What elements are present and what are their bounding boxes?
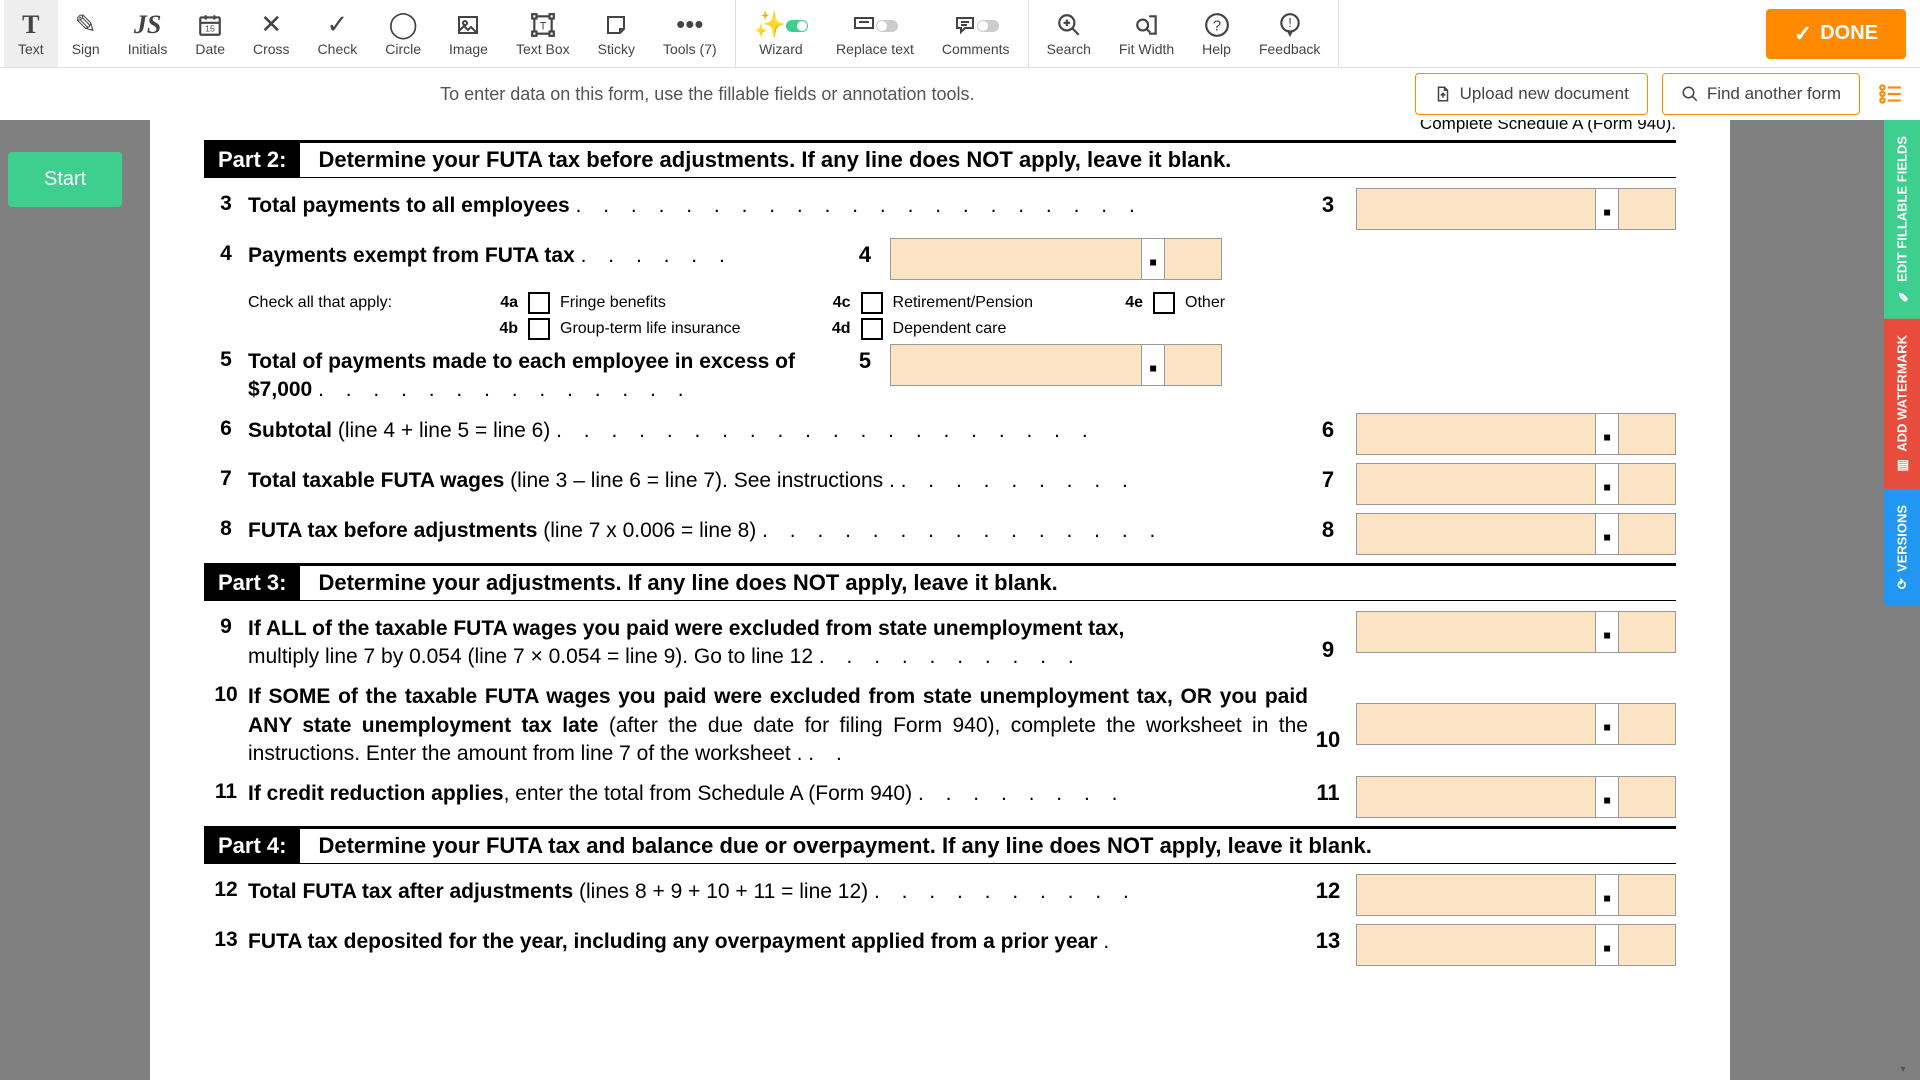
line-7: 7 Total taxable FUTA wages (line 3 – lin…: [204, 463, 1676, 505]
date-tool[interactable]: 15Date: [181, 0, 239, 67]
svg-text:?: ?: [1212, 17, 1220, 34]
line-9: 9 If ALL of the taxable FUTA wages you p…: [204, 611, 1676, 672]
amount-7[interactable]: ▪: [1356, 463, 1676, 505]
text-tool[interactable]: TText: [4, 0, 58, 67]
feedback-icon: !: [1277, 11, 1303, 39]
amount-6[interactable]: ▪: [1356, 413, 1676, 455]
cross-tool[interactable]: ✕Cross: [239, 0, 304, 67]
help-icon: ?: [1204, 11, 1230, 39]
image-icon: [456, 11, 480, 39]
main-toolbar: TText ✎Sign JSInitials 15Date ✕Cross ✓Ch…: [0, 0, 1920, 68]
svg-text:15: 15: [205, 23, 215, 33]
initials-icon: JS: [134, 11, 161, 39]
amount-4[interactable]: ▪: [890, 238, 1222, 280]
image-tool[interactable]: Image: [435, 0, 502, 67]
check-4e[interactable]: 4eOther: [1109, 292, 1225, 314]
done-button[interactable]: DONE: [1766, 9, 1906, 59]
scroll-down-icon[interactable]: ▾: [1896, 1064, 1910, 1078]
comments-icon: [953, 11, 999, 39]
amount-9[interactable]: ▪: [1356, 611, 1676, 653]
sticky-icon: [604, 11, 628, 39]
textbox-icon: T: [530, 11, 556, 39]
check-4b[interactable]: 4bGroup-term life insurance: [484, 318, 741, 340]
part-3-header: Part 3: Determine your adjustments. If a…: [204, 563, 1676, 601]
fitwidth-icon: [1134, 11, 1160, 39]
document-page: Complete Schedule A (Form 940). Part 2: …: [150, 120, 1730, 1080]
fitwidth-tool[interactable]: Fit Width: [1105, 0, 1188, 67]
line-12: 12 Total FUTA tax after adjustments (lin…: [204, 874, 1676, 916]
amount-3[interactable]: ▪: [1356, 188, 1676, 230]
part-4-header: Part 4: Determine your FUTA tax and bala…: [204, 826, 1676, 864]
text-icon: T: [22, 11, 39, 39]
check-icon: ✓: [326, 11, 348, 39]
svg-text:T: T: [539, 20, 546, 32]
sticky-tool[interactable]: Sticky: [584, 0, 649, 67]
help-tool[interactable]: ?Help: [1188, 0, 1245, 67]
wizard-tool[interactable]: ✨Wizard: [740, 0, 822, 67]
amount-11[interactable]: ▪: [1356, 776, 1676, 818]
amount-10[interactable]: ▪: [1356, 703, 1676, 745]
part-2-header: Part 2: Determine your FUTA tax before a…: [204, 140, 1676, 178]
find-form-button[interactable]: Find another form: [1662, 73, 1860, 115]
line-6: 6 Subtotal (line 4 + line 5 = line 6) . …: [204, 413, 1676, 455]
more-icon: •••: [676, 11, 703, 39]
wizard-icon: ✨: [754, 11, 808, 39]
replace-text-tool[interactable]: Replace text: [822, 0, 928, 67]
calendar-icon: 15: [197, 11, 223, 39]
search-tool[interactable]: Search: [1033, 0, 1105, 67]
tools-more[interactable]: •••Tools (7): [649, 0, 731, 67]
tab-fillable-fields[interactable]: ✎EDIT FILLABLE FIELDS: [1884, 120, 1920, 319]
check-tool[interactable]: ✓Check: [304, 0, 372, 67]
amount-12[interactable]: ▪: [1356, 874, 1676, 916]
tab-versions[interactable]: ⟳VERSIONS: [1884, 489, 1920, 605]
line-11: 11 If credit reduction applies, enter th…: [204, 776, 1676, 818]
check-4d[interactable]: 4dDependent care: [817, 318, 1034, 340]
workspace: Start Complete Schedule A (Form 940). Pa…: [0, 120, 1920, 1080]
line-4: 4 Payments exempt from FUTA tax . . . . …: [204, 238, 1676, 280]
check-4a[interactable]: 4aFringe benefits: [484, 292, 741, 314]
line-8: 8 FUTA tax before adjustments (line 7 x …: [204, 513, 1676, 555]
sign-tool[interactable]: ✎Sign: [58, 0, 114, 67]
form-hint: To enter data on this form, use the fill…: [14, 84, 1401, 105]
right-tabs: ✎EDIT FILLABLE FIELDS ▤ADD WATERMARK ⟳VE…: [1884, 120, 1920, 605]
initials-tool[interactable]: JSInitials: [114, 0, 182, 67]
circle-icon: ◯: [389, 11, 418, 39]
svg-text:!: !: [1288, 15, 1292, 30]
feedback-tool[interactable]: !Feedback: [1245, 0, 1334, 67]
circle-tool[interactable]: ◯Circle: [371, 0, 435, 67]
start-button[interactable]: Start: [8, 152, 122, 207]
line-5: 5 Total of payments made to each employe…: [204, 344, 1676, 405]
line-10: 10 If SOME of the taxable FUTA wages you…: [204, 679, 1676, 768]
tab-watermark[interactable]: ▤ADD WATERMARK: [1884, 319, 1920, 489]
sign-icon: ✎: [75, 11, 97, 39]
search-icon: [1056, 11, 1082, 39]
amount-5[interactable]: ▪: [890, 344, 1222, 386]
upload-document-button[interactable]: Upload new document: [1415, 73, 1648, 115]
cutoff-text: Complete Schedule A (Form 940).: [204, 120, 1676, 134]
line-13: 13 FUTA tax deposited for the year, incl…: [204, 924, 1676, 966]
comments-tool[interactable]: Comments: [928, 0, 1024, 67]
panel-toggle-icon[interactable]: [1874, 78, 1906, 110]
line-3: 3 Total payments to all employees . . . …: [204, 188, 1676, 230]
amount-13[interactable]: ▪: [1356, 924, 1676, 966]
replace-icon: [852, 11, 898, 39]
secondary-bar: To enter data on this form, use the fill…: [0, 68, 1920, 120]
cross-icon: ✕: [260, 11, 282, 39]
textbox-tool[interactable]: TText Box: [502, 0, 584, 67]
amount-8[interactable]: ▪: [1356, 513, 1676, 555]
check-4c[interactable]: 4cRetirement/Pension: [817, 292, 1034, 314]
